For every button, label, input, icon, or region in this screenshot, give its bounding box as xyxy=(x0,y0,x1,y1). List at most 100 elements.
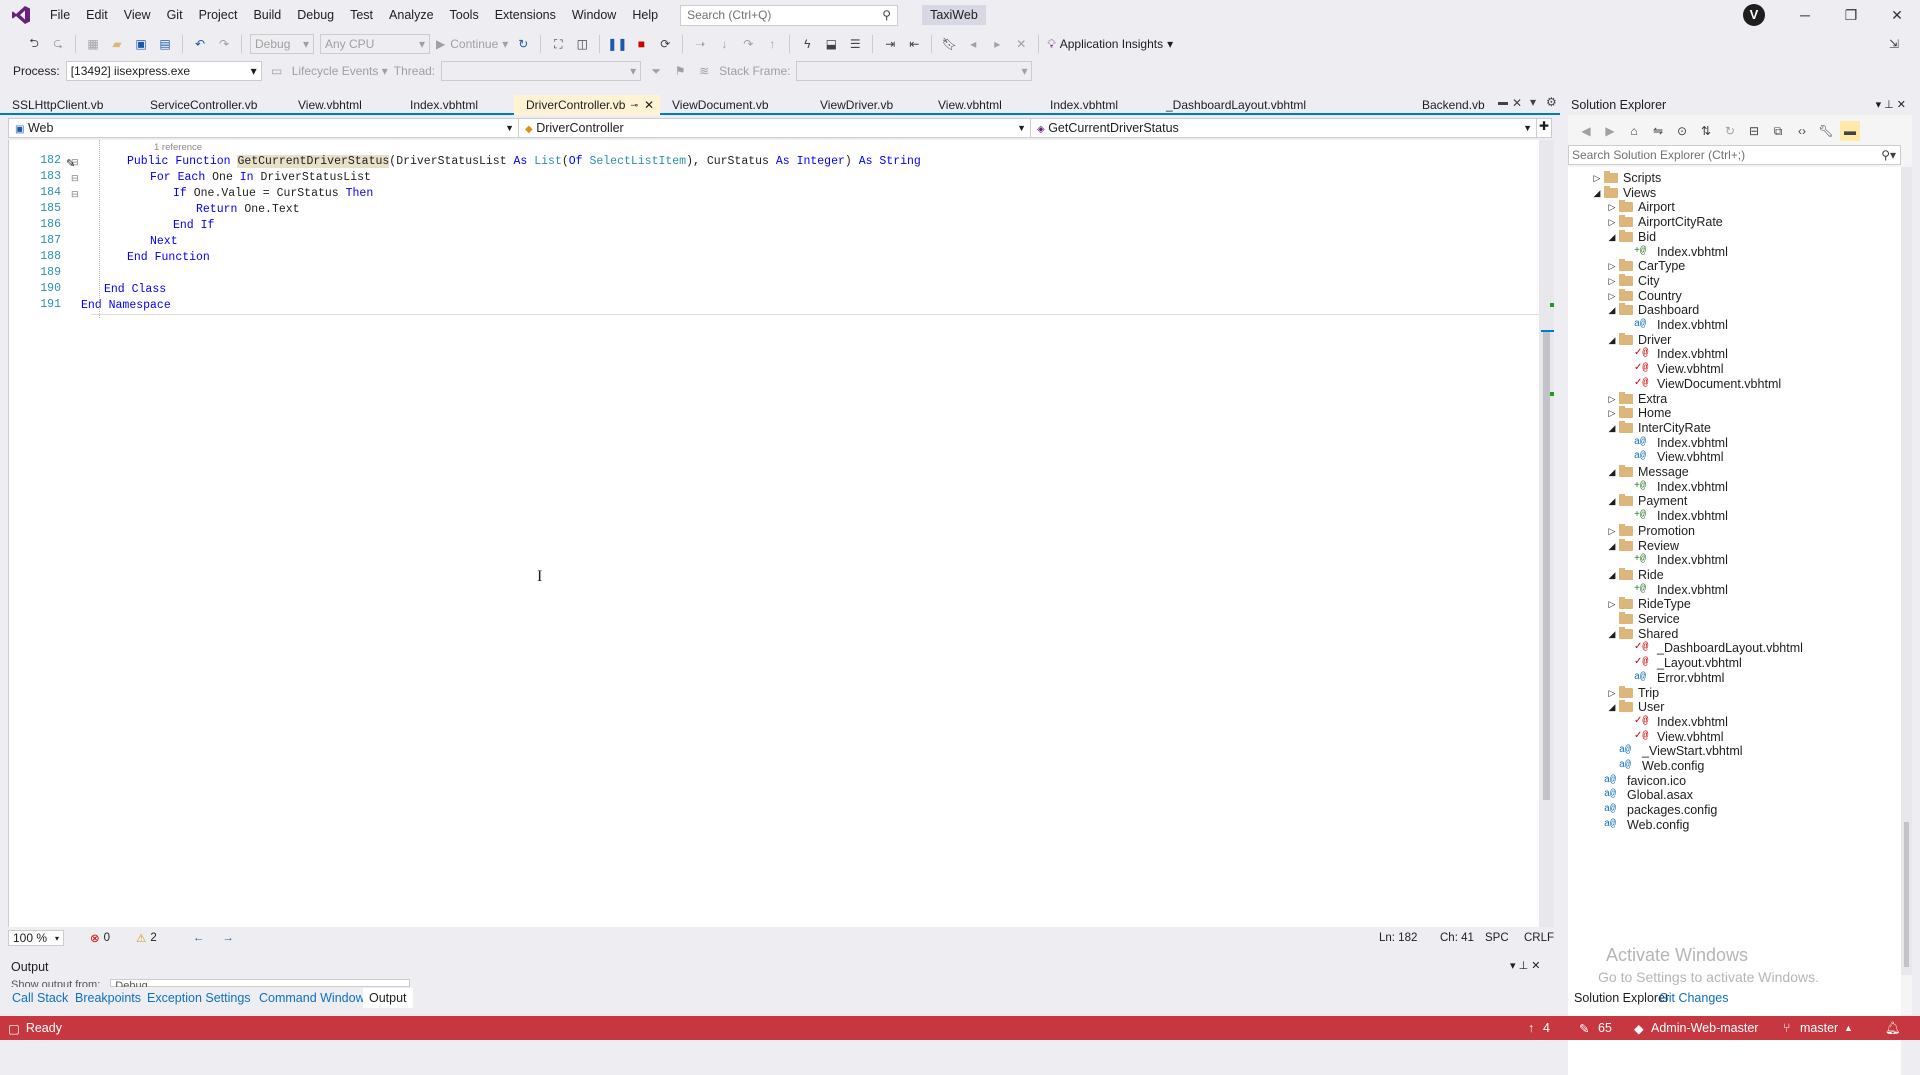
step-over-icon[interactable]: ↷ xyxy=(738,34,758,54)
indent-icon[interactable]: ⇥ xyxy=(880,34,900,54)
menu-item-git[interactable]: Git xyxy=(159,0,191,30)
undo-icon[interactable]: ↶ xyxy=(190,34,210,54)
application-insights-button[interactable]: 💡︎ Application Insights ▾ xyxy=(1047,37,1173,52)
push-icon[interactable]: ↑ xyxy=(1528,1021,1534,1035)
menu-item-window[interactable]: Window xyxy=(564,0,624,30)
pause-icon[interactable]: ❚❚ xyxy=(607,34,627,54)
repository-name[interactable]: Admin-Web-master xyxy=(1651,1021,1758,1035)
menu-item-file[interactable]: File xyxy=(42,0,78,30)
back-icon[interactable]: ◀ xyxy=(1576,121,1596,141)
hot-reload-icon[interactable]: ϟ xyxy=(797,34,817,54)
file-web-config[interactable]: a@ Web.config xyxy=(1590,816,1689,834)
zoom-dropdown[interactable]: 100 % ▾ xyxy=(8,930,64,946)
menu-item-edit[interactable]: Edit xyxy=(78,0,116,30)
configuration-dropdown[interactable]: Debug ▾ xyxy=(250,34,314,54)
switch-views-icon[interactable]: ⇋ xyxy=(1648,121,1668,141)
changes-count[interactable]: 65 xyxy=(1598,1021,1612,1035)
preview-icon[interactable]: ▬ xyxy=(1840,121,1860,141)
error-count[interactable]: 0 xyxy=(104,932,110,944)
tab-breakpoints[interactable]: Breakpoints xyxy=(69,988,147,1008)
next-bookmark-icon[interactable]: ▸ xyxy=(987,34,1007,54)
menu-item-test[interactable]: Test xyxy=(342,0,381,30)
settings-gear-icon[interactable]: ⚙ xyxy=(1546,95,1557,109)
stop-icon[interactable]: ■ xyxy=(631,34,651,54)
expanded-arrow-icon[interactable]: ◢ xyxy=(1605,228,1619,246)
show-all-files-icon[interactable]: ⧉ xyxy=(1768,121,1788,141)
outdent-icon[interactable]: ⇤ xyxy=(904,34,924,54)
search-input[interactable]: Search (Ctrl+Q) ⚲ xyxy=(680,4,899,26)
forward-icon[interactable]: ▶ xyxy=(1600,121,1620,141)
next-issue-icon[interactable]: → xyxy=(222,932,234,944)
expanded-arrow-icon[interactable]: ◢ xyxy=(1605,566,1619,584)
output-source-dropdown[interactable]: Debug xyxy=(110,979,411,987)
menu-item-extensions[interactable]: Extensions xyxy=(487,0,564,30)
tree-scrollbar[interactable] xyxy=(1901,167,1912,975)
panel-controls-icon[interactable]: ▾ ⊥ ✕ xyxy=(1876,95,1906,115)
fold-toggle-icon[interactable]: ⊟ xyxy=(71,189,79,200)
avatar[interactable]: V xyxy=(1743,4,1765,26)
notifications-icon[interactable]: 🔔︎ xyxy=(1885,1021,1901,1036)
expanded-arrow-icon[interactable]: ◢ xyxy=(1605,301,1619,319)
close-icon[interactable]: ✕ xyxy=(1874,0,1920,30)
menu-item-project[interactable]: Project xyxy=(191,0,246,30)
menu-item-tools[interactable]: Tools xyxy=(442,0,487,30)
restart-icon[interactable]: ⟳ xyxy=(655,34,675,54)
tab--dashboardlayout-vbhtml[interactable]: _DashboardLayout.vbhtml xyxy=(1154,95,1384,115)
screenshot-icon[interactable]: ◫ xyxy=(572,34,592,54)
tab-call-stack[interactable]: Call Stack xyxy=(6,988,74,1008)
column-indicator[interactable]: Ch: 41 xyxy=(1440,932,1474,944)
continue-button[interactable]: ▶ Continue ▾ xyxy=(436,37,508,51)
flag-icon[interactable]: ⚑ xyxy=(670,61,690,81)
bookmark-icon[interactable]: 🔖︎ xyxy=(939,34,959,54)
refresh-icon[interactable]: ↻ xyxy=(1720,121,1740,141)
restore-icon[interactable]: ❐ xyxy=(1828,0,1874,30)
tab-list-icon[interactable]: ▾ xyxy=(1530,95,1536,109)
branch-icon[interactable]: ⑂ xyxy=(1783,1021,1791,1035)
repo-icon[interactable]: ◆ xyxy=(1634,1021,1644,1036)
refresh-icon[interactable]: ↻ xyxy=(513,34,533,54)
browser-link-icon[interactable]: ⛶ xyxy=(548,34,568,54)
expanded-arrow-icon[interactable]: ◢ xyxy=(1605,419,1619,437)
platform-dropdown[interactable]: Any CPU ▾ xyxy=(320,34,430,54)
minimize-icon[interactable]: ─ xyxy=(1782,0,1828,30)
tab-index-vbhtml[interactable]: Index.vbhtml xyxy=(398,95,514,115)
live-share-icon[interactable]: ⇲ xyxy=(1884,34,1904,54)
tab-sslhttpclient-vb[interactable]: SSLHttpClient.vb xyxy=(0,95,138,115)
tab-close-icon[interactable]: ✕ xyxy=(1512,96,1522,110)
expanded-arrow-icon[interactable]: ◢ xyxy=(1605,625,1619,643)
bookmarks-icon[interactable]: ⬓ xyxy=(821,34,841,54)
class-dropdown[interactable]: ◆ DriverController ▼ xyxy=(519,119,1031,137)
thread-dropdown[interactable]: ▾ xyxy=(441,61,642,81)
tab-git-changes[interactable]: Git Changes xyxy=(1653,988,1734,1008)
branch-name[interactable]: master xyxy=(1800,1021,1838,1035)
collapse-all-icon[interactable]: ⊟ xyxy=(1744,121,1764,141)
fold-toggle-icon[interactable]: ⊟ xyxy=(71,173,79,184)
code-editor[interactable]: 1 reference 182 ⊟ Public Function GetCurre… xyxy=(8,140,1554,927)
tab-exception-settings[interactable]: Exception Settings xyxy=(141,988,257,1008)
view-code-icon[interactable]: ‹› xyxy=(1792,121,1812,141)
step-out-icon[interactable]: ↑ xyxy=(762,34,782,54)
pending-changes-filter-icon[interactable]: ⊙ xyxy=(1672,121,1692,141)
pencil-icon[interactable]: ✎ xyxy=(1579,1021,1589,1036)
pin-icon[interactable]: ▬ xyxy=(1498,97,1508,108)
scroll-thumb[interactable] xyxy=(1543,330,1550,800)
tree-scroll-thumb[interactable] xyxy=(1904,822,1909,967)
menu-item-help[interactable]: Help xyxy=(624,0,666,30)
expanded-arrow-icon[interactable]: ◢ xyxy=(1605,698,1619,716)
line-ending-indicator[interactable]: CRLF xyxy=(1524,932,1554,944)
previous-issue-icon[interactable]: ← xyxy=(193,932,205,944)
comment-icon[interactable]: ☰ xyxy=(845,34,865,54)
member-dropdown[interactable]: ◈ GetCurrentDriverStatus ▼ xyxy=(1031,119,1537,137)
sync-icon[interactable]: ⇅ xyxy=(1696,121,1716,141)
open-file-icon[interactable]: ▰ xyxy=(107,34,127,54)
properties-wrench-icon[interactable]: 🔧︎ xyxy=(1816,121,1836,141)
line-indicator[interactable]: Ln: 182 xyxy=(1379,932,1417,944)
save-all-icon[interactable]: ▤ xyxy=(155,34,175,54)
stack-frame-dropdown[interactable]: ▾ xyxy=(796,61,1033,81)
whitespace-indicator[interactable]: SPC xyxy=(1485,932,1509,944)
tab-viewdriver-vb[interactable]: ViewDriver.vb xyxy=(808,95,926,115)
code-lens-references[interactable]: 1 reference xyxy=(154,141,202,155)
menu-item-debug[interactable]: Debug xyxy=(289,0,342,30)
tab-command-window[interactable]: Command Window xyxy=(253,988,371,1008)
warning-count[interactable]: 2 xyxy=(150,932,156,944)
